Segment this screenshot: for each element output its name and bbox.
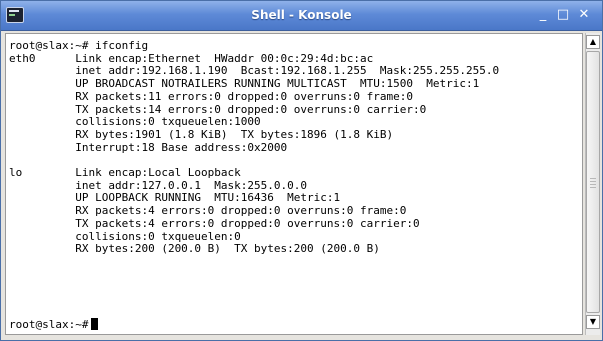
scroll-up-arrow-icon[interactable]: ▲ [586,35,600,49]
window-title: Shell - Konsole [251,8,352,22]
vertical-scrollbar[interactable]: ▲ ▼ [585,33,600,335]
konsole-window: Shell - Konsole _ □ ✕ root@slax:~# ifcon… [0,0,603,341]
close-button[interactable]: ✕ [575,7,593,23]
prompt-text: root@slax:~# [9,318,89,331]
terminal-output: root@slax:~# ifconfig eth0 Link encap:Et… [9,39,500,256]
scrollbar-grip-icon [590,178,596,188]
title-bar[interactable]: Shell - Konsole _ □ ✕ [1,1,602,31]
minimize-button[interactable]: _ [534,7,552,23]
terminal-area[interactable]: root@slax:~# ifconfig eth0 Link encap:Et… [5,33,583,335]
command-prompt[interactable]: root@slax:~# [9,318,99,331]
scrollbar-thumb[interactable] [586,51,600,313]
scroll-down-arrow-icon[interactable]: ▼ [586,315,600,329]
text-cursor [91,318,99,330]
maximize-button[interactable]: □ [554,7,572,23]
